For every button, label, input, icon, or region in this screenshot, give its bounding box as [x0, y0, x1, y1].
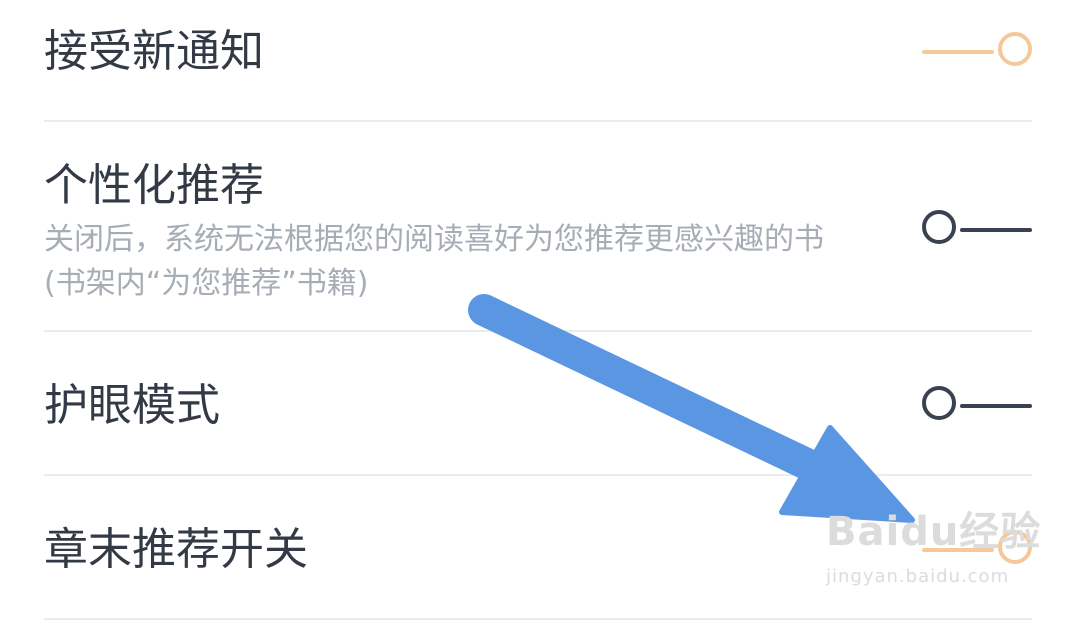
setting-title: 个性化推荐 — [44, 160, 264, 211]
toggle-eye-protection[interactable] — [922, 384, 1032, 428]
setting-description: 关闭后，系统无法根据您的阅读喜好为您推荐更感兴趣的书(书架内“为您推荐”书籍) — [44, 222, 824, 301]
setting-row-eye-protection: 护眼模式 — [44, 332, 1032, 474]
setting-title: 护眼模式 — [44, 380, 220, 431]
setting-row-chapter-end-recommendations: 章末推荐开关 — [44, 476, 1032, 618]
toggle-knob — [922, 210, 956, 244]
toggle-track — [960, 404, 1032, 408]
setting-row-new-notifications: 接受新通知 — [44, 0, 1032, 120]
toggle-knob — [998, 32, 1032, 66]
toggle-chapter-end-recommendations[interactable] — [922, 528, 1032, 572]
toggle-new-notifications[interactable] — [922, 30, 1032, 74]
toggle-knob — [998, 530, 1032, 564]
toggle-knob — [922, 386, 956, 420]
toggle-track — [960, 228, 1032, 232]
setting-row-personalized-recommendations: 个性化推荐 关闭后，系统无法根据您的阅读喜好为您推荐更感兴趣的书(书架内“为您推… — [44, 122, 1032, 330]
toggle-track — [922, 50, 994, 54]
setting-title: 章末推荐开关 — [44, 524, 308, 575]
setting-title: 接受新通知 — [44, 26, 264, 77]
divider — [44, 618, 1032, 620]
toggle-track — [922, 548, 994, 552]
toggle-personalized-recommendations[interactable] — [922, 208, 1032, 252]
